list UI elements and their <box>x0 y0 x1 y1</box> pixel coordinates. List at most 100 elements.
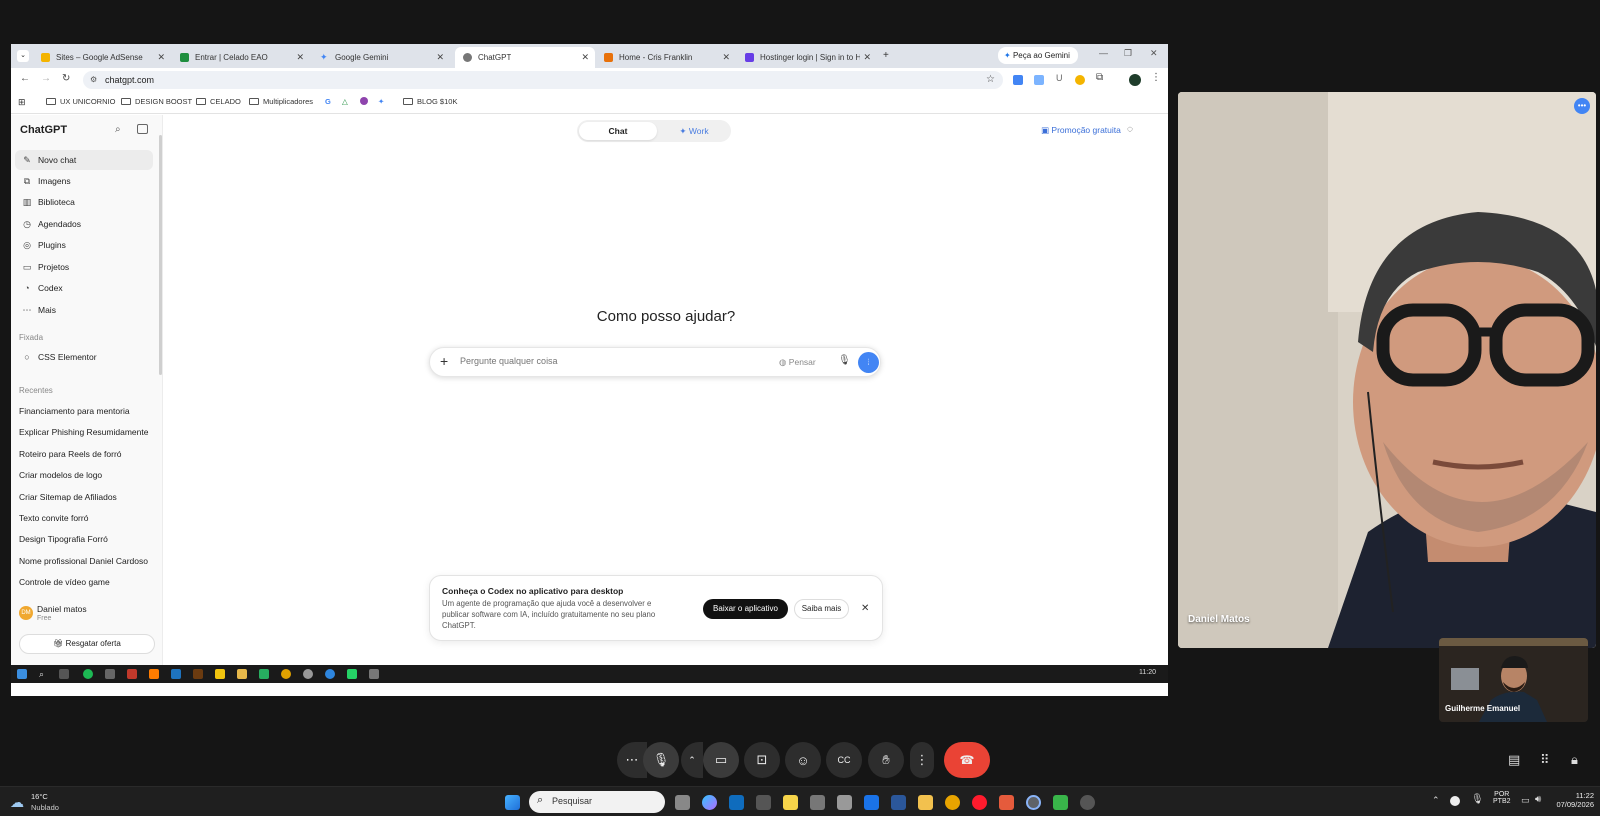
participant-video-main[interactable]: ••• Daniel Matos <box>1178 92 1596 648</box>
app-icon[interactable] <box>837 795 852 810</box>
app-icon[interactable] <box>999 795 1014 810</box>
new-tab-button[interactable]: + <box>883 50 889 61</box>
participant-video-small[interactable]: Guilherme Emanuel <box>1439 638 1588 722</box>
language-indicator[interactable]: POR PTB2 <box>1493 791 1511 805</box>
bookmark-folder[interactable]: DESIGN BOOST <box>121 97 192 106</box>
recent-chat[interactable]: Roteiro para Reels de forró <box>19 449 122 459</box>
tray-chevron-icon[interactable]: ⌃ <box>1432 795 1440 806</box>
recent-chat[interactable]: Financiamento para mentoria <box>19 406 130 416</box>
chat-icon[interactable]: ▤ <box>1508 752 1520 768</box>
bookmark-folder[interactable]: Multiplicadores <box>249 97 313 106</box>
extension-icon[interactable]: U <box>1056 73 1063 83</box>
camera-button[interactable]: ▭ <box>703 742 739 778</box>
reactions-button[interactable]: ☺ <box>785 742 821 778</box>
close-icon[interactable]: ✕ <box>157 52 165 63</box>
mode-chat-button[interactable]: Chat <box>579 122 657 140</box>
address-bar[interactable]: ⚙ chatgpt.com ☆ <box>83 71 1003 89</box>
minimize-button[interactable]: — <box>1099 48 1108 58</box>
voice-mode-button[interactable]: ⦙ <box>858 352 879 373</box>
tab-search-button[interactable]: ⌄ <box>17 50 29 62</box>
brand-logo[interactable]: ChatGPT <box>20 124 67 136</box>
reload-icon[interactable]: ↻ <box>62 73 70 84</box>
back-arrow-icon[interactable]: ← <box>20 73 30 84</box>
chrome-icon[interactable] <box>1026 795 1041 810</box>
app-icon[interactable] <box>810 795 825 810</box>
tab-gemini[interactable]: ✦ Google Gemini ✕ <box>312 47 450 68</box>
camera-options-button[interactable]: ⌃ <box>681 742 703 778</box>
host-controls-icon[interactable]: 🔒︎ <box>1571 752 1578 768</box>
close-icon[interactable]: ✕ <box>296 52 304 63</box>
copilot-icon[interactable] <box>702 795 717 810</box>
sidebar-toggle-icon[interactable] <box>137 124 148 134</box>
close-window-button[interactable]: ✕ <box>1150 48 1158 59</box>
recent-chat[interactable]: Nome profissional Daniel Cardoso <box>19 556 148 566</box>
sidebar-item-library[interactable]: ▥ Biblioteca <box>15 192 153 212</box>
redeem-offer-button[interactable]: 🎁︎ Resgatar oferta <box>19 634 155 654</box>
sidebar-item-plugins[interactable]: ◎ Plugins <box>15 235 153 255</box>
browser-menu-icon[interactable]: ⋮ <box>1151 72 1161 83</box>
network-icon[interactable]: ▭ <box>1521 795 1530 806</box>
profile-avatar[interactable] <box>1129 74 1141 86</box>
close-icon[interactable]: ✕ <box>581 52 589 63</box>
leave-call-button[interactable]: ☎︎ <box>944 742 990 778</box>
tab-celado[interactable]: Entrar | Celado EAO ✕ <box>172 47 310 68</box>
close-icon[interactable]: ✕ <box>863 52 871 63</box>
free-promo-link[interactable]: ▣ Promoção gratuita <box>1041 125 1121 136</box>
recent-chat[interactable]: Explicar Phishing Resumidamente <box>19 427 148 437</box>
close-icon[interactable]: ✕ <box>861 603 869 614</box>
star-icon[interactable]: ☆ <box>986 71 995 89</box>
bookmark-folder[interactable]: BLOG $10K <box>403 97 457 106</box>
google-bookmark-icon[interactable]: G <box>325 97 331 106</box>
sidebar-item-scheduled[interactable]: ◷ Agendados <box>15 214 153 234</box>
sidebar-item-images[interactable]: ⧉ Imagens <box>15 171 153 191</box>
restore-button[interactable]: ❐ <box>1124 48 1132 59</box>
tab-cris-franklin[interactable]: Home - Cris Franklin ✕ <box>596 47 736 68</box>
app-icon[interactable] <box>1080 795 1095 810</box>
user-profile[interactable]: DM Daniel matos Free <box>17 603 157 625</box>
close-icon[interactable]: ✕ <box>722 52 730 63</box>
sticky-notes-icon[interactable] <box>783 795 798 810</box>
puzzle-icon[interactable]: ⧉ <box>1096 72 1103 83</box>
taskbar-search[interactable]: ⌕ Pesquisar <box>529 791 665 813</box>
present-screen-button[interactable]: ⊡ <box>744 742 780 778</box>
pinned-chat[interactable]: ○ CSS Elementor <box>15 347 153 367</box>
recent-chat[interactable]: Criar Sitemap de Afiliados <box>19 492 117 502</box>
search-icon[interactable]: ⌕ <box>115 124 121 135</box>
clock[interactable]: 11:22 07/09/2026 <box>1552 791 1594 809</box>
task-view-icon[interactable] <box>675 795 690 810</box>
outlook-icon[interactable] <box>729 795 744 810</box>
chrome-icon[interactable] <box>945 795 960 810</box>
prompt-input[interactable] <box>460 356 760 366</box>
captions-button[interactable]: CC <box>826 742 862 778</box>
more-options-button[interactable]: ⋮ <box>910 742 934 778</box>
sidebar-scrollbar[interactable] <box>159 135 162 375</box>
weather-widget[interactable]: ☁ 16°C Nublado <box>10 792 80 814</box>
sidebar-item-projects[interactable]: ▭ Projetos <box>15 257 153 277</box>
drive-bookmark-icon[interactable]: △ <box>342 97 348 106</box>
microphone-icon[interactable]: 🎙︎ <box>838 355 851 366</box>
file-explorer-icon[interactable] <box>918 795 933 810</box>
app-icon[interactable] <box>864 795 879 810</box>
sidebar-item-codex[interactable]: ◔ Codex <box>15 278 153 298</box>
windows-start-icon[interactable] <box>505 795 520 810</box>
extension-icon[interactable] <box>1013 75 1023 85</box>
add-attachment-icon[interactable]: + <box>440 353 448 369</box>
bookmark-folder[interactable]: CELADO <box>196 97 241 106</box>
recent-chat[interactable]: Criar modelos de logo <box>19 470 102 480</box>
raise-hand-button[interactable]: ✋︎ <box>868 742 904 778</box>
apps-icon[interactable]: ⊞ <box>18 97 26 108</box>
forward-arrow-icon[interactable]: → <box>41 73 51 84</box>
app-icon[interactable] <box>1053 795 1068 810</box>
sidebar-item-more[interactable]: ⋯ Mais <box>15 300 153 320</box>
recent-chat[interactable]: Controle de vídeo game <box>19 577 110 587</box>
learn-more-button[interactable]: Saiba mais <box>794 599 849 619</box>
download-app-button[interactable]: Baixar o aplicativo <box>703 599 788 619</box>
ask-gemini-button[interactable]: ✦ Peça ao Gemini <box>998 47 1078 64</box>
extension-icon[interactable] <box>1034 75 1044 85</box>
recent-chat[interactable]: Design Tipografia Forró <box>19 534 108 544</box>
tray-app-icon[interactable] <box>1450 796 1460 806</box>
recent-chat[interactable]: Texto convite forró <box>19 513 88 523</box>
microphone-button[interactable]: 🎙︎ <box>643 742 679 778</box>
bookmark-icon[interactable] <box>360 97 368 105</box>
app-icon[interactable] <box>756 795 771 810</box>
